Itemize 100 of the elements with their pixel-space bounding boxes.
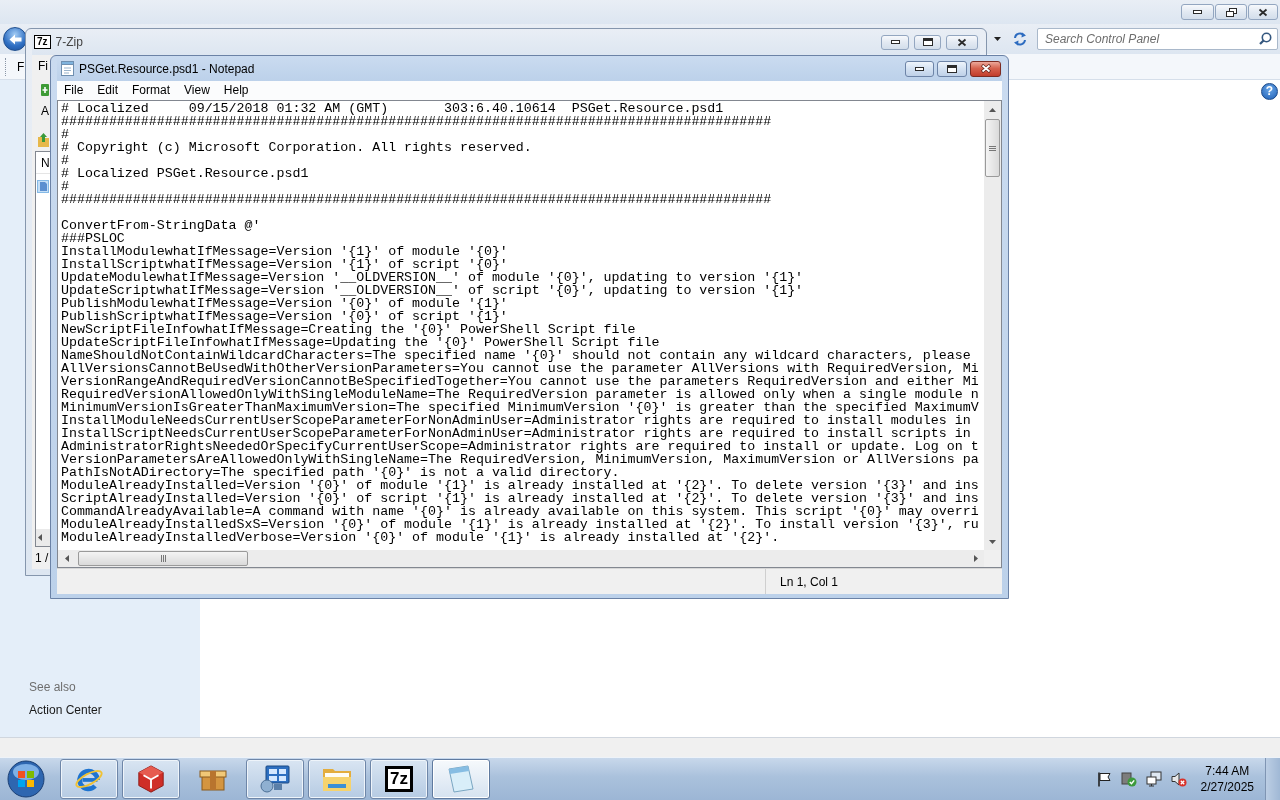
code-line: ModuleAlreadyInstalledVerbose=Version '{0}' of module '{1}' is already installed at '{2}'. [61, 531, 780, 544]
minimize-button[interactable] [1181, 4, 1214, 20]
menu-item[interactable]: Edit [90, 82, 126, 99]
link[interactable]: Action Center [29, 702, 102, 718]
flag-icon[interactable] [1095, 771, 1112, 787]
code-line: UpdateModulewhatIfMessage=Version '__OLDVERSION__' of module '{0}', updating to version '{1}' [61, 271, 804, 284]
code-line: ConvertFrom-StringData @' [61, 219, 261, 232]
code-line: InstallModuleNeedsCurrentUserScopeParameterForNonAdminUser=Administrator rights are required to install modules in [61, 414, 971, 427]
grip-icon [989, 145, 996, 151]
menu-item[interactable]: Help [216, 82, 256, 99]
menu-item[interactable]: Format [125, 82, 178, 99]
monitor-icon [260, 765, 290, 793]
status-text: Ln 1, Col 1 [780, 574, 839, 589]
network-icon[interactable] [1145, 771, 1162, 787]
box-icon [199, 767, 227, 791]
toolbar-button[interactable]: A [41, 84, 49, 118]
start-orb-icon [7, 760, 45, 798]
minimize-icon [915, 66, 924, 71]
search-field[interactable]: Search Control Panel [1037, 28, 1278, 50]
scroll-thumb[interactable] [78, 551, 248, 566]
check-badge-icon[interactable] [1120, 771, 1137, 787]
arrow-left-icon[interactable] [38, 534, 42, 541]
back-button[interactable] [3, 27, 27, 51]
close-button[interactable] [1248, 4, 1278, 20]
column-header[interactable]: N [41, 155, 50, 170]
scroll-thumb[interactable] [985, 119, 1000, 177]
arrow-left-icon [8, 33, 22, 45]
clock-time: 7:44 AM [1205, 763, 1250, 779]
close-button[interactable] [970, 60, 1001, 77]
code-line: UpdateScriptwhatIfMessage=Version '__OLDVERSION__' of script '{0}', updating to version '{1}' [61, 284, 804, 297]
taskbar-button[interactable] [122, 759, 180, 799]
code-line: AdministratorRightsNeededOrSpecifyCurrentUserScope=Administrator rights are required to install or update. Log on t [61, 440, 979, 453]
notepad-icon [61, 61, 74, 76]
maximize-icon [947, 64, 957, 73]
folder-up-icon[interactable] [38, 133, 49, 147]
code-line: # [61, 180, 69, 193]
file-icon [39, 182, 47, 191]
code-line: PublishModulewhatIfMessage=Version '{0}' of module '{1}' [61, 297, 508, 310]
minimize-button[interactable] [881, 34, 909, 50]
code-line: ######################################################################################### [61, 115, 772, 128]
maximize-button[interactable] [937, 60, 967, 77]
maximize-icon [922, 38, 933, 46]
notepad-icon [448, 765, 474, 793]
close-button[interactable] [946, 34, 978, 50]
start-button[interactable] [4, 759, 48, 799]
code-line: ######################################################################################### [61, 193, 772, 206]
code-line: CommandAlreadyAvailable=A command with name '{0}' is already available on this system. This script '{0}' may overri [61, 505, 979, 518]
code-line: AllVersionsCannotBeUsedWithOtherVersionParameters=You cannot use the parameter AllVersions with RequiredVersion, Mi [61, 362, 979, 375]
code-line: InstallScriptNeedsCurrentUserScopeParameterForNonAdminUser=Administrator rights are required to install scripts in [61, 427, 971, 440]
cube-icon [136, 764, 166, 794]
arrow-down-icon[interactable] [989, 539, 996, 544]
code-line: # Localized PSGet.Resource.psd1 [61, 167, 309, 180]
code-line: PathIsNotADirectory=The specified path '{0}' is not a valid directory. [61, 466, 620, 479]
menu-item[interactable]: F [17, 58, 25, 75]
clock-date: 2/27/2025 [1200, 779, 1254, 795]
taskbar-button[interactable] [246, 759, 304, 799]
restore-icon [1225, 7, 1237, 17]
menu-item[interactable]: View [177, 82, 217, 99]
code-line: # [61, 154, 69, 167]
window-title: 7-Zip [55, 34, 83, 50]
code-line: ModuleAlreadyInstalled=Version '{0}' of module '{1}' is already installed at '{2}'. To delete version '{3}' and ins [61, 479, 979, 492]
arrow-right-icon[interactable] [973, 555, 978, 562]
code-line: RequiredVersionAllowedOnlyWithSingleModuleName=The RequiredVersion parameter is allowed only when a single module n [61, 388, 979, 401]
taskbar-button[interactable] [60, 759, 118, 799]
taskbar-button[interactable]: 7z [370, 759, 428, 799]
close-icon [957, 37, 967, 47]
menu-item[interactable]: Fi [38, 59, 48, 73]
arrow-left-icon[interactable] [64, 555, 69, 562]
code-line: ###PSLOC [61, 232, 125, 245]
code-line: NewScriptFileInfowhatIfMessage=Creating the '{0}' PowerShell Script file [61, 323, 636, 336]
muted-speaker-icon[interactable] [1170, 771, 1187, 787]
folder-icon [322, 766, 352, 792]
window-title: PSGet.Resource.psd1 - Notepad [79, 60, 255, 77]
taskbar-button[interactable] [308, 759, 366, 799]
maximize-button[interactable] [914, 34, 941, 50]
refresh-icon [1012, 32, 1027, 46]
see-also-heading: See also [29, 679, 76, 695]
minimize-icon [1193, 10, 1202, 14]
minimize-button[interactable] [905, 60, 934, 77]
search-icon[interactable] [1259, 32, 1272, 45]
code-line: PublishScriptwhatIfMessage=Version '{0}' of script '{1}' [61, 310, 508, 323]
restore-button[interactable] [1215, 4, 1247, 20]
code-line: InstallModulewhatIfMessage=Version '{1}' of module '{0}' [61, 245, 508, 258]
app-logo: 7z [34, 35, 51, 49]
code-line: InstallScriptwhatIfMessage=Version '{1}' of script '{0}' [61, 258, 508, 271]
taskbar-button[interactable] [432, 759, 490, 799]
close-icon [1258, 7, 1268, 17]
menu-item[interactable]: File [57, 82, 91, 99]
code-line: VersionParametersAreAllowedOnlyWithSingleName=The RequiredVersion, MinimumVersion, MaximumVersion or AllVersions pa [61, 453, 979, 466]
status-text: 1 / [35, 551, 49, 565]
code-line: # [61, 128, 69, 141]
caret-icon [993, 37, 1001, 41]
minimize-icon [890, 40, 900, 44]
arrow-up-icon[interactable] [989, 107, 996, 112]
code-line: MinimumVersionIsGreaterThanMaximumVersion=The specified MinimumVersion '{0}' is greater than the specified MaximumV [61, 401, 979, 414]
grip-icon [160, 555, 166, 562]
code-line: VersionRangeAndRequiredVersionCannotBeSpecifiedTogether=You cannot use the parameters RequiredVersion and either Mi [61, 375, 979, 388]
code-line: ModuleAlreadyInstalledSxS=Version '{0}' of module '{1}' is already installed at '{2}'. To install version '{3}', ru [61, 518, 979, 531]
code-line: NameShouldNotContainWildcardCharacters=The specified name '{0}' should not contain any wildcard characters, please [61, 349, 971, 362]
code-line: ScriptAlreadyInstalled=Version '{0}' of script '{1}' is already installed at '{2}'. To delete version '{3}' and ins [61, 492, 979, 505]
